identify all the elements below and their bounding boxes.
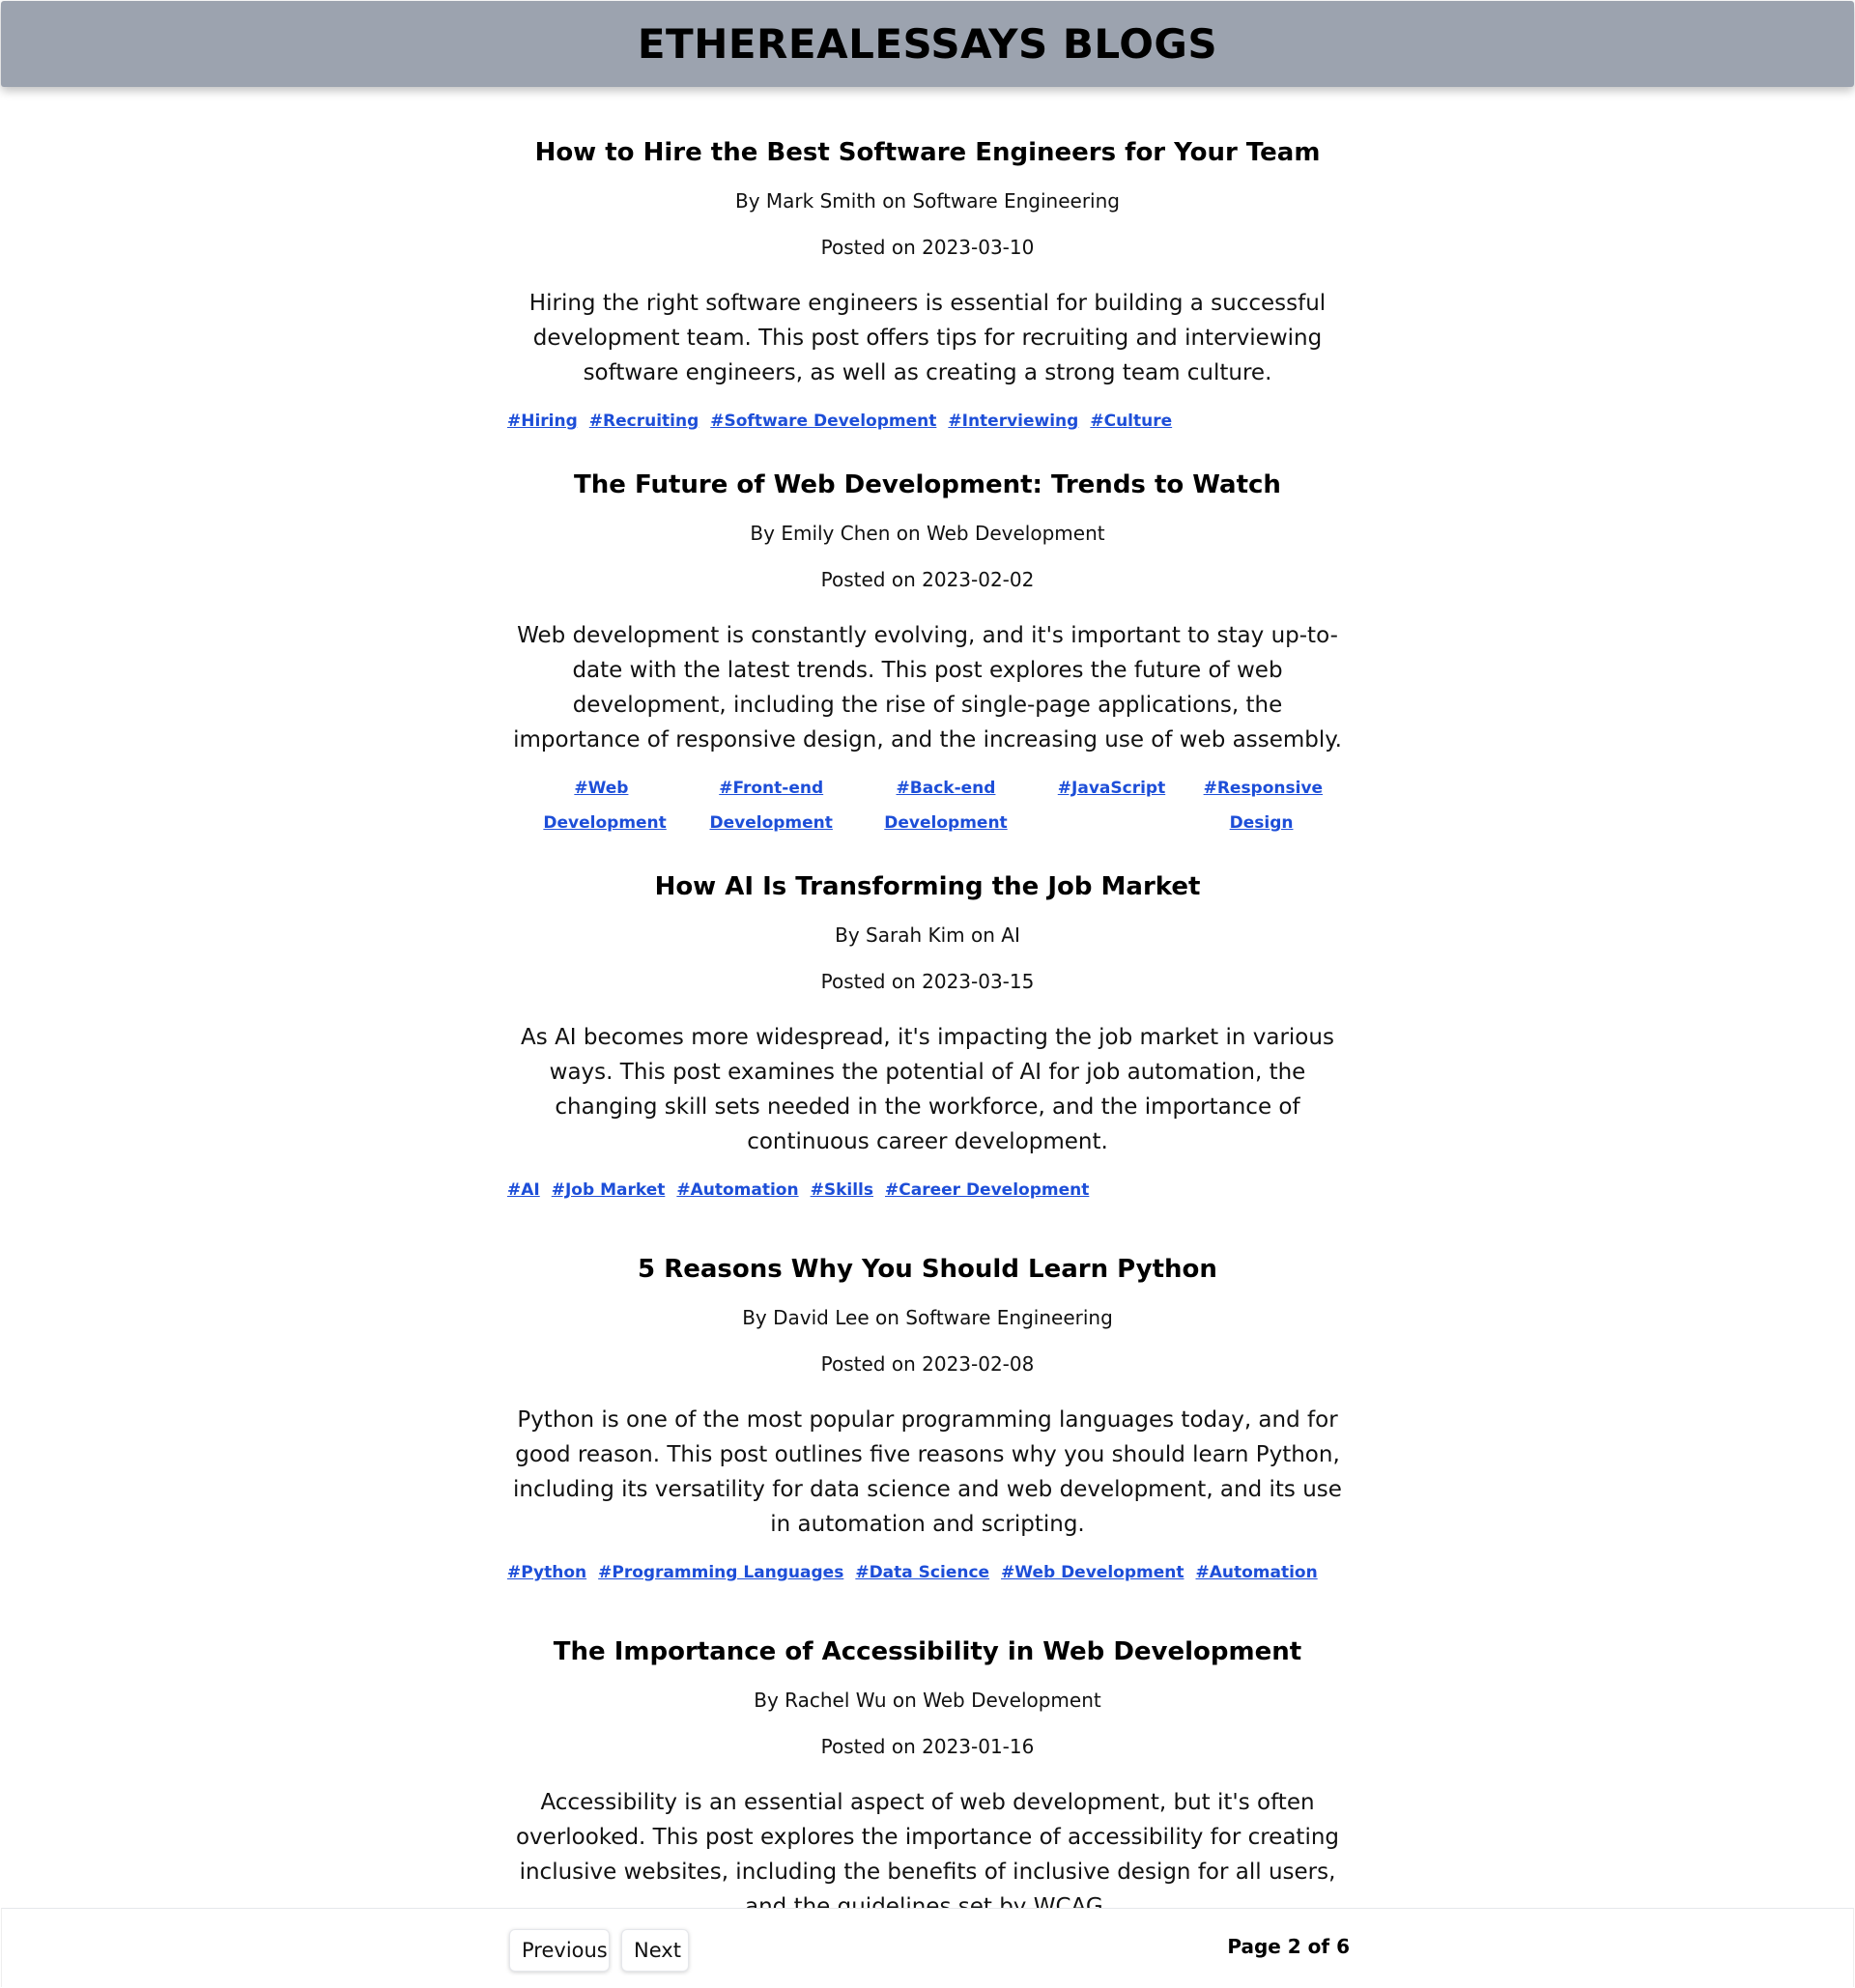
blog-page: ETHEREALESSAYS BLOGS How to Hire the Bes… (0, 0, 1855, 1988)
tag-link[interactable]: #Web Development (1001, 1555, 1184, 1590)
post-date: Posted on 2023-02-08 (820, 1352, 1035, 1376)
post-date: Posted on 2023-03-10 (820, 236, 1035, 259)
tag-link[interactable]: #Hiring (507, 404, 578, 439)
post-tags: #AI #Job Market #Automation #Skills #Car… (507, 1173, 1348, 1207)
tag-link[interactable]: #Front-end Development (708, 771, 834, 840)
tag-link[interactable]: #Recruiting (589, 404, 699, 439)
post-title: The Importance of Accessibility in Web D… (553, 1637, 1302, 1666)
page-indicator: Page 2 of 6 (1227, 1935, 1350, 1958)
post-tags: #Web Development #Front-end Development … (507, 771, 1348, 840)
tag-link[interactable]: #Programming Languages (598, 1555, 843, 1590)
post-list[interactable]: How to Hire the Best Software Engineers … (507, 135, 1348, 1924)
post-title: How AI Is Transforming the Job Market (654, 872, 1201, 901)
next-page-button[interactable]: Next (621, 1929, 689, 1972)
post-excerpt: Web development is constantly evolving, … (513, 623, 1342, 753)
blog-post: The Future of Web Development: Trends to… (507, 468, 1348, 840)
post-byline: By Rachel Wu on Web Development (754, 1689, 1101, 1712)
tag-link[interactable]: #Data Science (855, 1555, 989, 1590)
tag-link[interactable]: #Back-end Development (883, 771, 1009, 840)
post-byline: By Emily Chen on Web Development (750, 522, 1105, 545)
tag-link[interactable]: #Responsive Design (1204, 771, 1324, 840)
post-title: How to Hire the Best Software Engineers … (534, 138, 1321, 167)
post-title: 5 Reasons Why You Should Learn Python (638, 1255, 1217, 1284)
post-tags: #Hiring #Recruiting #Software Developmen… (507, 404, 1348, 439)
post-date: Posted on 2023-02-02 (820, 568, 1035, 591)
tag-link[interactable]: #Python (507, 1555, 586, 1590)
post-excerpt: Python is one of the most popular progra… (513, 1407, 1342, 1537)
blog-post: 5 Reasons Why You Should Learn Python By… (507, 1252, 1348, 1590)
blog-post: How to Hire the Best Software Engineers … (507, 135, 1348, 439)
pagination-bar: Previous Next Page 2 of 6 (1, 1908, 1854, 1987)
blog-post: How AI Is Transforming the Job Market By… (507, 869, 1348, 1207)
tag-link[interactable]: #Automation (1195, 1555, 1317, 1590)
tag-link[interactable]: #JavaScript (1058, 771, 1165, 806)
tag-link[interactable]: #Culture (1090, 404, 1172, 439)
post-date: Posted on 2023-01-16 (820, 1735, 1035, 1758)
post-tags: #Python #Programming Languages #Data Sci… (507, 1555, 1348, 1590)
tag-link[interactable]: #Job Market (552, 1173, 666, 1207)
previous-page-button[interactable]: Previous (509, 1929, 610, 1972)
tag-link[interactable]: #Interviewing (948, 404, 1078, 439)
post-byline: By Mark Smith on Software Engineering (735, 189, 1120, 213)
site-title: ETHEREALESSAYS BLOGS (637, 20, 1218, 68)
tag-link[interactable]: #Software Development (710, 404, 936, 439)
tag-link[interactable]: #Career Development (885, 1173, 1089, 1207)
post-date: Posted on 2023-03-15 (820, 970, 1035, 993)
tag-link[interactable]: #Automation (676, 1173, 798, 1207)
post-excerpt: Accessibility is an essential aspect of … (515, 1790, 1340, 1919)
post-title: The Future of Web Development: Trends to… (574, 470, 1281, 499)
blog-post: The Importance of Accessibility in Web D… (507, 1634, 1348, 1924)
post-excerpt: Hiring the right software engineers is e… (528, 291, 1327, 385)
tag-link[interactable]: #Skills (811, 1173, 873, 1207)
tag-link[interactable]: #Web Development (543, 771, 666, 840)
post-byline: By Sarah Kim on AI (835, 923, 1020, 947)
tag-link[interactable]: #AI (507, 1173, 540, 1207)
post-excerpt: As AI becomes more widespread, it's impa… (521, 1025, 1334, 1154)
site-header: ETHEREALESSAYS BLOGS (1, 1, 1854, 87)
post-byline: By David Lee on Software Engineering (742, 1306, 1113, 1329)
